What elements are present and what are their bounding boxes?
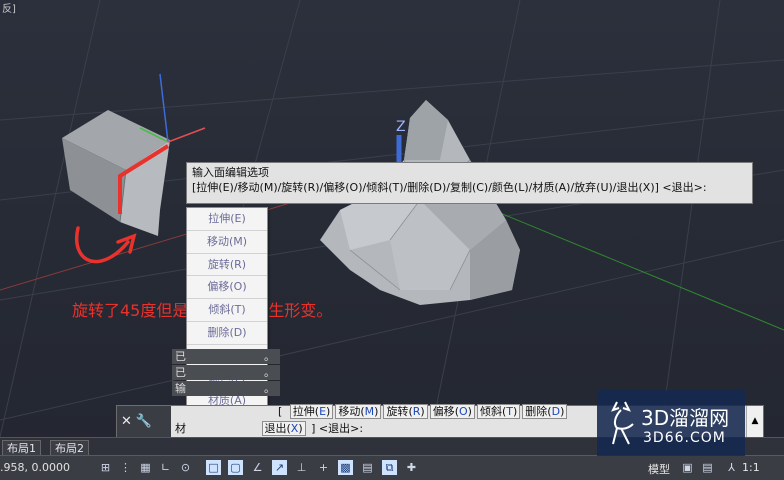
layout-view-icon[interactable]: ▣ — [680, 460, 695, 475]
transparency-icon[interactable]: ▩ — [338, 460, 353, 475]
command-tooltip: 输入面编辑选项 [拉伸(E)/移动(M)/旋转(R)/偏移(O)/倾斜(T)/删… — [186, 162, 753, 204]
command-prompt-row[interactable]: [ 拉伸(E) 移动(M) 旋转(R) 偏移(O) 倾斜(T) 删除(D) — [175, 403, 569, 419]
watermark-subtitle: 3D66.COM — [643, 430, 726, 446]
menu-item[interactable]: 偏移(O) — [187, 276, 267, 300]
command-history-line: 已。 — [172, 349, 280, 364]
annotation-monitor-icon[interactable]: ✚ — [404, 460, 419, 475]
wrench-icon[interactable]: 🔧 — [136, 414, 152, 429]
menu-item[interactable]: 移动(M) — [187, 231, 267, 254]
menu-item[interactable]: 拉伸(E) — [187, 208, 267, 231]
solid-z-label: Z — [396, 119, 406, 135]
ducs-icon[interactable]: ↗ — [272, 460, 287, 475]
dyn-icon[interactable]: ⊥ — [294, 460, 309, 475]
menu-item-label: 拉伸(E) — [208, 212, 246, 225]
otrack-icon[interactable]: ∠ — [250, 460, 265, 475]
polar-icon[interactable]: ⊙ — [178, 460, 193, 475]
cube-x-axis — [167, 127, 206, 143]
quick-properties-icon[interactable]: ▤ — [360, 460, 375, 475]
rotated-cube — [62, 110, 170, 236]
menu-item-label: 倾斜(T) — [208, 303, 246, 317]
viewport-corner-label: 反] — [0, 0, 18, 15]
command-option[interactable]: 旋转(R) — [383, 404, 428, 419]
watermark-title: 3D溜溜网 — [641, 406, 730, 430]
osnap-icon[interactable]: □ — [206, 460, 221, 475]
command-history-line: 已。 — [172, 365, 280, 380]
tooltip-title: 输入面编辑选项 — [192, 166, 269, 179]
command-option[interactable]: 倾斜(T) — [476, 404, 521, 419]
command-option[interactable]: 偏移(O) — [429, 404, 475, 419]
annotation-scale-value[interactable]: 1:1 — [742, 461, 760, 474]
selection-cycling-icon[interactable]: ⧉ — [382, 460, 397, 475]
command-option[interactable]: 删除(D) — [522, 404, 568, 419]
menu-item-label: 旋转(R) — [207, 257, 247, 271]
command-prompt-row-2[interactable]: 材 退出(X) ] <退出>: — [175, 420, 363, 436]
close-icon[interactable]: ✕ — [121, 414, 132, 429]
command-scroll-up-icon[interactable]: ▲ — [746, 406, 763, 437]
quick-view-icon[interactable]: ▤ — [700, 460, 715, 475]
lineweight-icon[interactable]: + — [316, 460, 331, 475]
scene-graphics: Z — [0, 0, 784, 437]
menu-item-label: 移动(M) — [206, 234, 248, 248]
command-option-exit[interactable]: 退出(X) — [261, 421, 306, 436]
ortho-icon[interactable]: ∟ — [158, 460, 173, 475]
menu-item[interactable]: 倾斜(T) — [187, 299, 267, 322]
red-arrow-marker — [74, 226, 137, 264]
command-prefix: [ — [278, 405, 283, 418]
tooltip-options: [拉伸(E)/移动(M)/旋转(R)/偏移(O)/倾斜(T)/删除(D)/复制(… — [192, 181, 707, 194]
command-row2-suffix: ] <退出>: — [311, 422, 364, 435]
command-history-line: 输。 — [172, 381, 280, 396]
infer-constraints-icon[interactable]: ⊞ — [98, 460, 113, 475]
annotation-scale-icon[interactable]: ⅄ — [724, 460, 739, 475]
site-watermark: 3D溜溜网 3D66.COM — [597, 390, 745, 456]
snap-icon[interactable]: ⋮ — [118, 460, 133, 475]
command-row2-prefix: 材 — [175, 422, 186, 435]
menu-item[interactable]: 删除(D) — [187, 322, 267, 345]
menu-item[interactable]: 旋转(R) — [187, 254, 267, 277]
coordinate-readout: .958, 0.0000 — [0, 461, 70, 474]
status-bar: .958, 0.0000 ⊞ ⋮ ▦ ∟ ⊙ □ ▢ ∠ ↗ ⊥ + ▩ ▤ ⧉… — [0, 455, 784, 480]
command-option[interactable]: 拉伸(E) — [289, 404, 334, 419]
command-line-tools: ✕ 🔧 — [117, 406, 171, 437]
menu-item-label: 偏移(O) — [207, 280, 247, 294]
drawing-viewport[interactable]: Z 反] 旋转了45度但是立方体会发生形变。 — [0, 0, 784, 437]
grid-icon[interactable]: ▦ — [138, 460, 153, 475]
model-space-label[interactable]: 模型 — [648, 461, 670, 477]
command-option[interactable]: 移动(M) — [335, 404, 382, 419]
deer-logo-icon — [611, 401, 634, 445]
3d-osnap-icon[interactable]: ▢ — [228, 460, 243, 475]
menu-item-label: 删除(D) — [207, 325, 247, 339]
